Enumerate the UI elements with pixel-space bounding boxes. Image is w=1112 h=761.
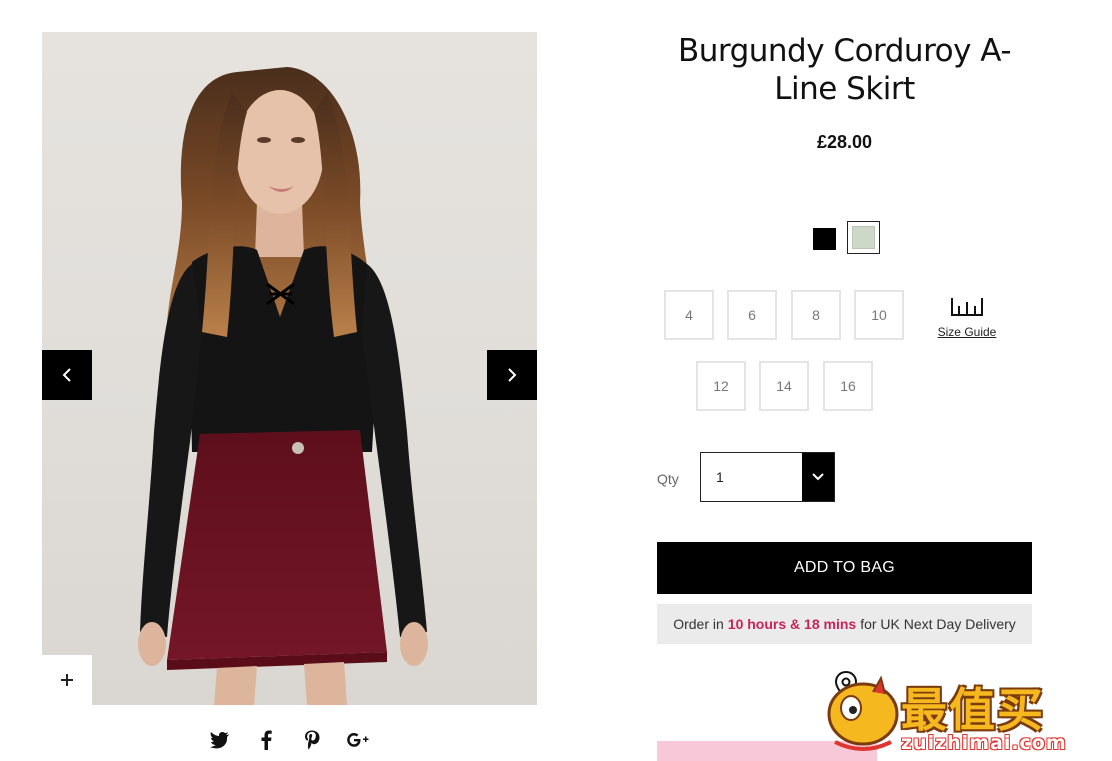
size-option[interactable]: 6 (727, 290, 777, 340)
qty-value: 1 (716, 469, 724, 485)
size-guide-link[interactable]: Size Guide (932, 296, 1002, 339)
product-gallery (42, 32, 537, 705)
breadcrumb-cropped (258, 0, 398, 4)
delivery-countdown: 10 hours & 18 mins (727, 616, 857, 632)
size-option[interactable]: 14 (759, 361, 809, 411)
product-photo (138, 67, 428, 705)
zoom-button[interactable] (42, 655, 92, 705)
chevron-left-icon (62, 368, 71, 382)
qty-select[interactable]: 1 (700, 452, 835, 502)
chevron-right-icon (508, 368, 517, 382)
color-swatch-black[interactable] (813, 228, 836, 250)
product-title: Burgundy Corduroy A-Line Skirt (677, 33, 1012, 107)
size-option[interactable]: 4 (664, 290, 714, 340)
delivery-suffix: for UK Next Day Delivery (860, 616, 1016, 632)
size-option[interactable]: 10 (854, 290, 904, 340)
plus-icon (61, 674, 73, 686)
size-option[interactable]: 16 (823, 361, 873, 411)
add-to-bag-button[interactable]: ADD TO BAG (657, 542, 1032, 594)
watermark: 最值买 zuizhimai.com (815, 672, 1112, 756)
watermark-en-text: zuizhimai.com (901, 732, 1067, 754)
product-price: £28.00 (816, 132, 873, 152)
share-bar (208, 728, 370, 752)
ruler-icon (951, 298, 983, 316)
size-guide-label: Size Guide (937, 325, 997, 339)
delivery-prefix: Order in (673, 616, 724, 632)
gallery-next-button[interactable] (487, 350, 537, 400)
watermark-cn-text: 最值买 (901, 683, 1045, 737)
color-swatch-sage[interactable] (847, 221, 880, 254)
twitter-icon[interactable] (208, 728, 232, 752)
pinterest-icon[interactable] (300, 728, 324, 752)
facebook-icon[interactable] (254, 728, 278, 752)
size-option[interactable]: 12 (696, 361, 746, 411)
chevron-down-icon (812, 473, 824, 481)
size-option[interactable]: 8 (791, 290, 841, 340)
qty-dropdown-toggle (802, 453, 834, 501)
delivery-banner: Order in 10 hours & 18 mins for UK Next … (657, 604, 1032, 644)
qty-label: Qty (657, 471, 679, 487)
google-plus-icon[interactable] (346, 728, 370, 752)
mascot-icon (827, 675, 899, 751)
color-swatch-sage-fill (852, 226, 875, 249)
gallery-prev-button[interactable] (42, 350, 92, 400)
